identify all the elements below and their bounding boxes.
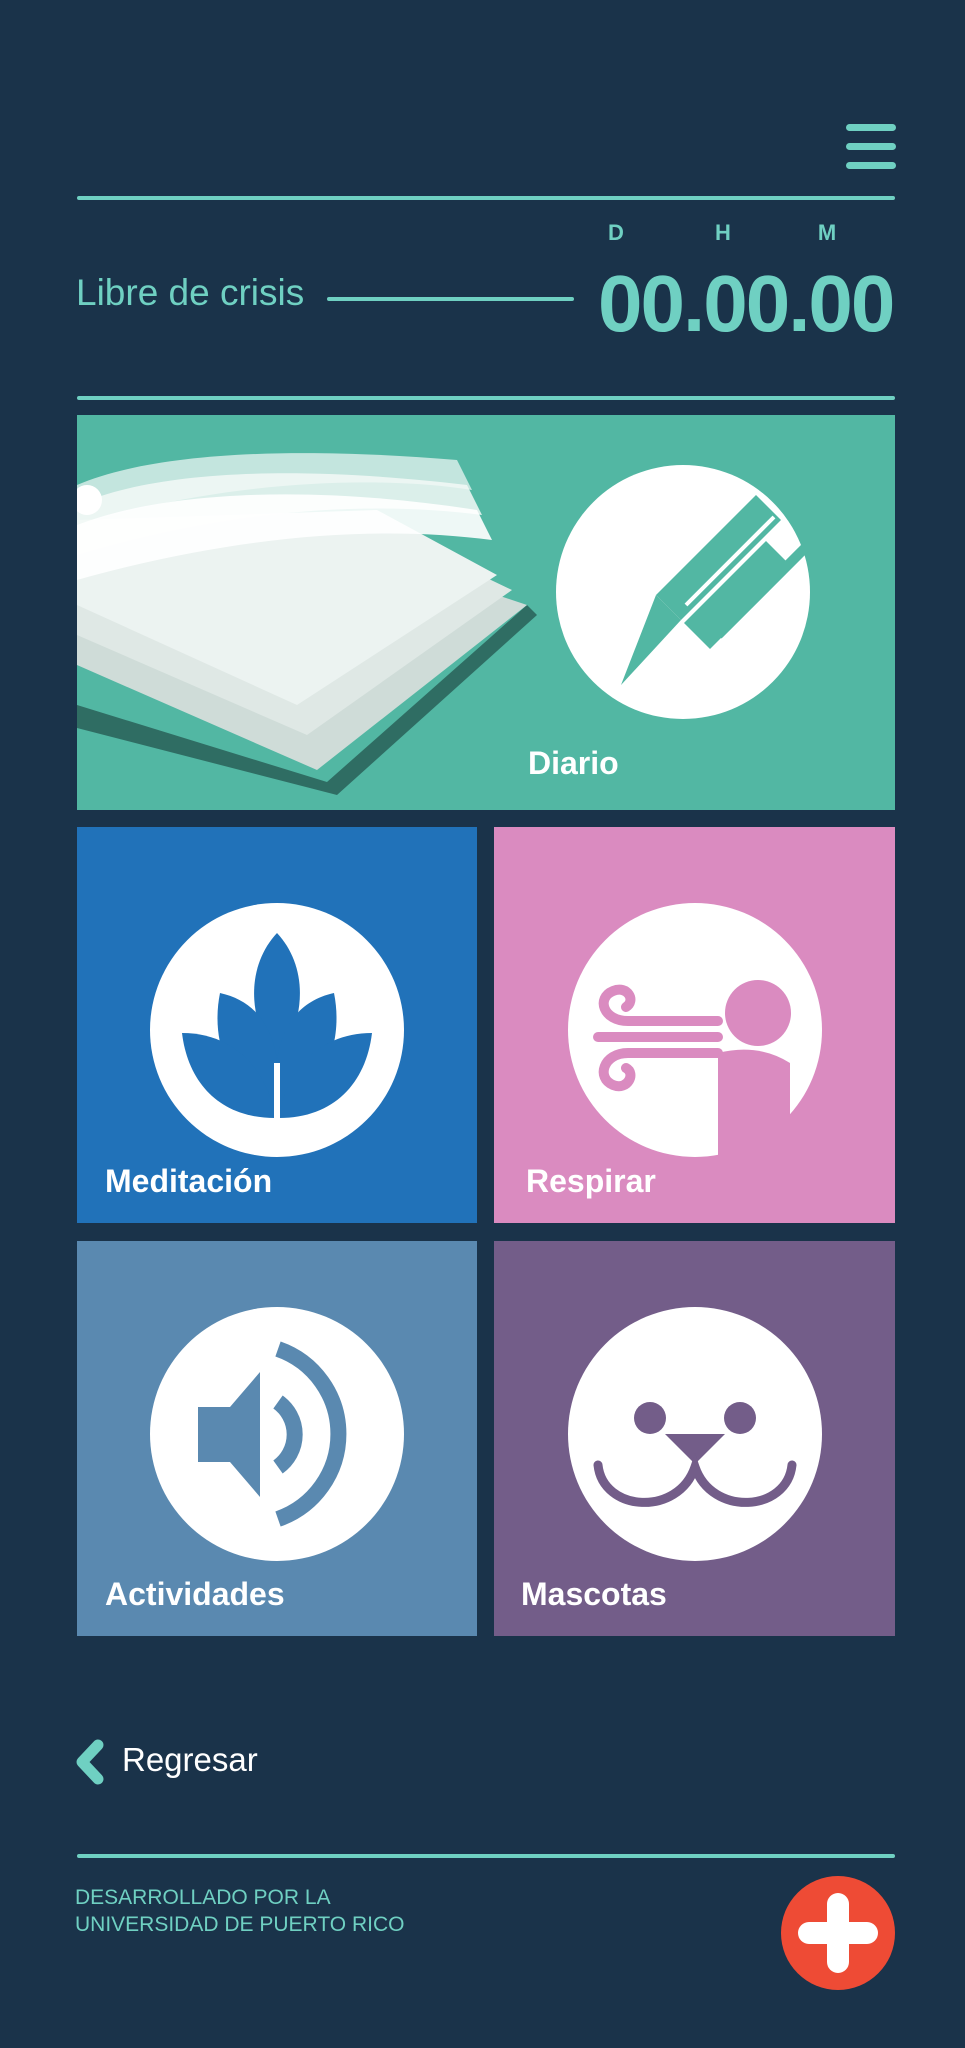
plus-icon: [798, 1893, 878, 1973]
hamburger-line: [846, 143, 896, 150]
pencil-icon: [621, 495, 810, 685]
credit-line-1: DESARROLLADO POR LA: [75, 1886, 331, 1909]
diario-icon-circle: [556, 465, 810, 719]
actividades-tile[interactable]: Actividades: [77, 1241, 477, 1636]
menu-button[interactable]: [846, 124, 896, 170]
respirar-label: Respirar: [526, 1163, 656, 1199]
diario-tile[interactable]: Diario: [77, 415, 895, 810]
hamburger-line: [846, 162, 896, 169]
mascotas-tile[interactable]: Mascotas: [494, 1241, 895, 1636]
meditacion-icon-circle: [150, 903, 404, 1157]
crisis-free-timer: 00.00.00: [598, 259, 895, 348]
seal-icon: [593, 1402, 797, 1507]
mascotas-label: Mascotas: [521, 1576, 667, 1612]
meditacion-label: Meditación: [105, 1163, 273, 1199]
footer-divider: [77, 1854, 895, 1858]
speaker-icon: [198, 1341, 347, 1527]
mascotas-icon-circle: [568, 1307, 822, 1561]
minutes-unit-label: M: [817, 220, 837, 245]
chevron-left-icon: [76, 1739, 104, 1785]
back-label: Regresar: [122, 1741, 258, 1778]
credit-line-2: UNIVERSIDAD DE PUERTO RICO: [75, 1913, 405, 1936]
lotus-icon: [182, 933, 372, 1118]
respirar-tile[interactable]: Respirar: [494, 827, 895, 1223]
timer-connector-line: [327, 297, 574, 301]
open-book-illustration: [77, 453, 537, 795]
actividades-icon-circle: [150, 1307, 404, 1561]
crisis-free-label: Libre de crisis: [76, 272, 305, 313]
emergency-button[interactable]: [781, 1876, 895, 1990]
back-button[interactable]: Regresar: [70, 1735, 290, 1791]
actividades-label: Actividades: [105, 1576, 285, 1612]
meditacion-tile[interactable]: Meditación: [77, 827, 477, 1223]
diario-label: Diario: [528, 745, 619, 781]
hamburger-menu-icon: [846, 124, 896, 131]
developer-credit: DESARROLLADO POR LA UNIVERSIDAD DE PUERT…: [75, 1884, 404, 1938]
hours-unit-label: H: [715, 220, 731, 245]
days-unit-label: D: [608, 220, 624, 245]
header-divider: [77, 196, 895, 200]
timer-divider: [77, 396, 895, 400]
breath-icon: [593, 980, 791, 1157]
respirar-icon-circle: [568, 903, 822, 1157]
